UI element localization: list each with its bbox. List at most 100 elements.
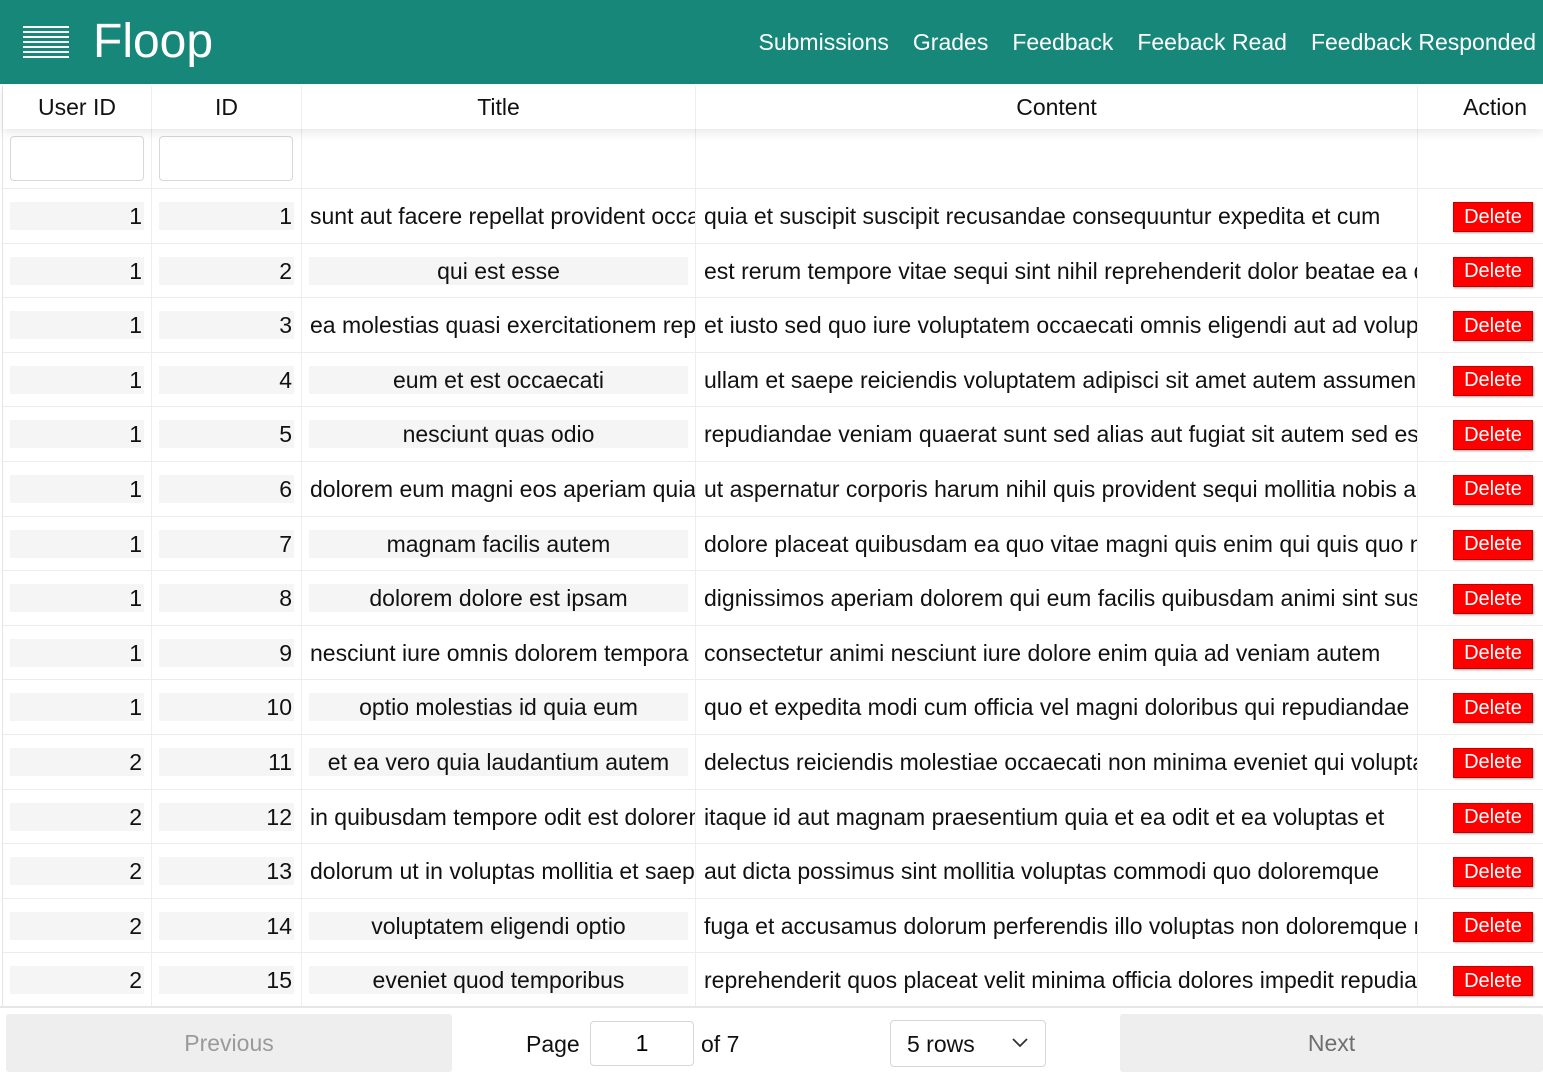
menu-icon[interactable]: [23, 26, 69, 58]
delete-button[interactable]: Delete: [1453, 584, 1533, 615]
content-value: itaque id aut magnam praesentium quia et…: [704, 803, 1385, 830]
user-id-filter-input[interactable]: [10, 136, 144, 181]
title-cell: dolorum ut in voluptas mollitia et saepe…: [302, 844, 696, 899]
content-value: consectetur animi nesciunt iure dolore e…: [704, 639, 1381, 666]
user-id-cell: 1: [3, 625, 152, 680]
title-value: qui est esse: [309, 256, 688, 285]
title-value: eveniet quod temporibus: [309, 966, 688, 995]
delete-button[interactable]: Delete: [1453, 638, 1533, 669]
nav-submissions[interactable]: Submissions: [759, 28, 889, 56]
delete-button[interactable]: Delete: [1453, 202, 1533, 232]
table-row: 2 12 in quibusdam tempore odit est dolorem…: [3, 789, 1543, 845]
user-id-cell: 2: [3, 898, 152, 953]
action-cell: Delete: [1418, 244, 1543, 298]
id-cell: 12: [152, 789, 302, 844]
user-id-cell: 1: [3, 680, 152, 735]
user-id-cell: 1: [3, 243, 152, 298]
filter-row: [3, 129, 1543, 189]
action-cell: Delete: [1418, 899, 1543, 953]
page-number-input[interactable]: [590, 1021, 694, 1066]
column-header-title[interactable]: Title: [302, 86, 696, 129]
id-cell: 15: [152, 953, 302, 1008]
content-value: ut aspernatur corporis harum nihil quis …: [704, 475, 1418, 502]
app-brand[interactable]: Floop: [93, 14, 213, 70]
delete-button[interactable]: Delete: [1453, 857, 1533, 888]
posts-table: User ID ID Title Content Action 1 1 sunt a…: [2, 86, 1543, 1076]
column-header-user-id[interactable]: User ID: [3, 86, 152, 129]
id-value: 7: [159, 529, 294, 558]
page-label: Page: [526, 1031, 580, 1057]
content-cell: ut aspernatur corporis harum nihil quis …: [696, 461, 1418, 516]
table-header: User ID ID Title Content Action: [3, 86, 1543, 129]
title-value: optio molestias id quia eum: [309, 693, 688, 722]
title-cell: qui est esse: [302, 243, 696, 298]
user-id-value: 1: [10, 311, 144, 340]
action-cell: Delete: [1418, 571, 1543, 625]
action-cell: Delete: [1418, 407, 1543, 461]
title-cell: optio molestias id quia eum: [302, 680, 696, 735]
id-filter-input[interactable]: [159, 136, 293, 181]
delete-button[interactable]: Delete: [1453, 256, 1533, 287]
action-cell: Delete: [1418, 353, 1543, 407]
action-cell: Delete: [1418, 735, 1543, 789]
user-id-value: 2: [10, 966, 144, 995]
content-value: dolore placeat quibusdam ea quo vitae ma…: [704, 530, 1418, 557]
user-id-cell: 1: [3, 571, 152, 626]
content-cell: itaque id aut magnam praesentium quia et…: [696, 789, 1418, 844]
content-cell: aut dicta possimus sint mollitia volupta…: [696, 844, 1418, 899]
content-value: et iusto sed quo iure voluptatem occaeca…: [704, 312, 1418, 339]
delete-button[interactable]: Delete: [1453, 311, 1533, 342]
title-value: sunt aut facere repellat provident occae…: [310, 203, 695, 229]
id-cell: 7: [152, 516, 302, 571]
delete-button[interactable]: Delete: [1453, 911, 1533, 942]
delete-button[interactable]: Delete: [1453, 529, 1533, 560]
id-cell: 11: [152, 734, 302, 789]
title-value: nesciunt quas odio: [309, 420, 688, 449]
title-value: nesciunt iure omnis dolorem tempora et a…: [310, 639, 695, 666]
user-id-value: 2: [10, 747, 144, 776]
action-cell: Delete: [1418, 517, 1543, 571]
nav-grades[interactable]: Grades: [913, 28, 988, 56]
content-cell: dignissimos aperiam dolorem qui eum faci…: [696, 571, 1418, 626]
table-row: 1 5 nesciunt quas odio repudiandae veniam q…: [3, 407, 1543, 462]
content-cell: delectus reiciendis molestiae occaecati …: [696, 734, 1418, 789]
previous-page-button[interactable]: Previous: [6, 1014, 452, 1072]
id-cell: 3: [152, 298, 302, 353]
action-cell: Delete: [1418, 680, 1543, 734]
content-cell: consectetur animi nesciunt iure dolore e…: [696, 625, 1418, 680]
next-page-button[interactable]: Next: [1120, 1014, 1543, 1072]
nav-feedback[interactable]: Feedback: [1012, 28, 1113, 56]
delete-button[interactable]: Delete: [1453, 693, 1533, 724]
table-row: 1 2 qui est esse est rerum tempore vitae se…: [3, 243, 1543, 299]
content-value: reprehenderit quos placeat velit minima …: [704, 967, 1418, 994]
table-row: 2 13 dolorum ut in voluptas mollitia et sa…: [3, 844, 1543, 899]
delete-button[interactable]: Delete: [1453, 365, 1533, 396]
id-cell: 5: [152, 407, 302, 462]
table-row: 19 nesciunt iure omnis dolorem tempora et…: [3, 625, 1543, 681]
title-value: et ea vero quia laudantium autem: [309, 747, 688, 776]
delete-button[interactable]: Delete: [1453, 420, 1533, 451]
content-cell: et iusto sed quo iure voluptatem occaeca…: [696, 298, 1418, 353]
delete-button[interactable]: Delete: [1453, 747, 1533, 778]
table-row: 2 14 voluptatem eligendi optio fuga et accu…: [3, 898, 1543, 954]
nav-feedback-read[interactable]: Feeback Read: [1137, 28, 1287, 56]
page-count-label: of 7: [701, 1031, 740, 1057]
user-id-value: 2: [10, 802, 144, 831]
action-cell: Delete: [1418, 844, 1543, 898]
user-id-cell: 1: [3, 352, 152, 407]
id-value: 6: [159, 474, 294, 503]
column-header-id[interactable]: ID: [152, 86, 302, 129]
rows-per-page-select[interactable]: 5 rows: [890, 1020, 1046, 1067]
content-value: delectus reiciendis molestiae occaecati …: [704, 748, 1418, 775]
delete-button[interactable]: Delete: [1453, 474, 1533, 505]
title-value: in quibusdam tempore odit est dolorem: [310, 803, 695, 830]
title-value: magnam facilis autem: [309, 529, 688, 558]
nav-feedback-responded[interactable]: Feedback Responded: [1311, 28, 1536, 56]
delete-button[interactable]: Delete: [1453, 966, 1533, 997]
column-header-content[interactable]: Content: [696, 86, 1418, 129]
delete-button[interactable]: Delete: [1453, 802, 1533, 833]
id-cell: 14: [152, 898, 302, 953]
title-value: dolorem eum magni eos aperiam quia: [310, 475, 695, 502]
title-cell: magnam facilis autem: [302, 516, 696, 571]
title-cell: eveniet quod temporibus: [302, 953, 696, 1008]
